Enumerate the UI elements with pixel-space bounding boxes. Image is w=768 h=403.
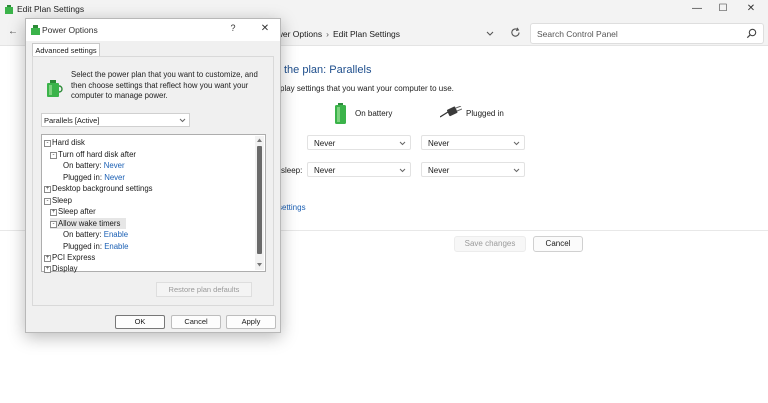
chevron-down-icon	[399, 168, 406, 173]
tree-value-link[interactable]: Never	[104, 161, 125, 170]
tree-label: Display	[52, 264, 78, 273]
tree-label: Sleep	[52, 195, 72, 205]
expand-icon[interactable]: +	[50, 209, 57, 216]
tree-item-turn-off-hard-disk[interactable]: - Turn off hard disk after	[50, 149, 136, 160]
power-options-dialog: Power Options ? ✕ Advanced settings Sele…	[25, 18, 281, 333]
power-plan-icon	[47, 80, 63, 97]
chevron-down-icon	[513, 141, 520, 146]
minimize-button[interactable]: —	[690, 3, 704, 15]
breadcrumb-edit-plan[interactable]: Edit Plan Settings	[333, 29, 400, 39]
display-plugged-select[interactable]: Never	[421, 135, 525, 150]
select-value: Never	[428, 166, 450, 175]
page-subtext: play settings that you want your compute…	[280, 84, 454, 93]
tree-label: Plugged in:	[63, 241, 103, 251]
tree-item-hdd-plugged-in[interactable]: Plugged in: Never	[63, 172, 125, 183]
tree-label: Plugged in:	[63, 172, 103, 182]
dialog-titlebar: Power Options ? ✕	[26, 19, 280, 41]
power-plan-icon	[31, 25, 40, 35]
tree-label: Desktop background settings	[52, 184, 153, 193]
tree-value-link[interactable]: Never	[104, 173, 125, 182]
tree-item-pci-express[interactable]: + PCI Express	[44, 252, 95, 263]
tree-label: Hard disk	[52, 138, 85, 147]
select-value: Never	[314, 166, 336, 175]
window-titlebar: Edit Plan Settings — ☐ ✕	[0, 0, 768, 20]
page-heading: the plan: Parallels	[284, 64, 372, 76]
tree-item-sleep-after[interactable]: + Sleep after	[50, 206, 96, 217]
apply-button[interactable]: Apply	[226, 315, 276, 329]
tree-label: Sleep after	[58, 207, 96, 216]
search-icon[interactable]	[745, 27, 758, 40]
row-label-sleep: sleep:	[281, 166, 303, 175]
chevron-down-icon[interactable]	[484, 27, 496, 39]
tree-item-sleep[interactable]: - Sleep	[44, 195, 72, 206]
cancel-button[interactable]: Cancel	[533, 236, 583, 252]
chevron-down-icon	[513, 168, 520, 173]
help-button[interactable]: ?	[227, 23, 239, 33]
dialog-title: Power Options	[42, 25, 98, 35]
tree-item-wake-on-battery[interactable]: On battery: Enable	[63, 229, 128, 240]
collapse-icon[interactable]: -	[50, 151, 57, 159]
battery-icon	[335, 103, 346, 124]
plug-icon	[440, 106, 462, 118]
select-value: Never	[314, 139, 336, 148]
collapse-icon[interactable]: -	[44, 197, 51, 205]
tree-value-link[interactable]: Enable	[104, 242, 128, 251]
tree-item-wake-plugged-in[interactable]: Plugged in: Enable	[63, 241, 128, 252]
sleep-battery-select[interactable]: Never	[307, 162, 411, 177]
settings-tree[interactable]: - Hard disk - Turn off hard disk after On …	[41, 134, 266, 274]
display-battery-select[interactable]: Never	[307, 135, 411, 150]
collapse-icon[interactable]: -	[50, 220, 57, 228]
column-on-battery: On battery	[355, 109, 393, 118]
scroll-down-icon[interactable]	[256, 262, 263, 268]
search-placeholder: Search Control Panel	[537, 29, 618, 39]
window-title: Edit Plan Settings	[17, 4, 85, 14]
tab-advanced-settings[interactable]: Advanced settings	[32, 43, 100, 57]
plan-select-value: Parallels [Active]	[44, 116, 100, 125]
tree-item-allow-wake-timers[interactable]: - Allow wake timers	[50, 217, 127, 229]
change-advanced-settings-link[interactable]: settings	[278, 203, 306, 212]
chevron-down-icon	[179, 118, 186, 123]
expand-icon[interactable]: +	[44, 186, 51, 193]
column-plugged-in: Plugged in	[466, 109, 504, 118]
tree-item-display[interactable]: + Display	[44, 263, 78, 274]
back-arrow-icon[interactable]: ←	[8, 26, 18, 37]
tree-item-hdd-on-battery[interactable]: On battery: Never	[63, 160, 125, 171]
tree-label: Allow wake timers	[58, 218, 121, 228]
tree-scrollbar[interactable]	[255, 136, 264, 270]
plan-select[interactable]: Parallels [Active]	[41, 113, 190, 127]
ok-button[interactable]: OK	[115, 315, 165, 329]
select-value: Never	[428, 139, 450, 148]
expand-icon[interactable]: +	[44, 255, 51, 262]
tree-label: Turn off hard disk after	[58, 149, 137, 159]
save-changes-button[interactable]: Save changes	[454, 236, 526, 252]
breadcrumb: ower Options › Edit Plan Settings	[272, 29, 401, 39]
chevron-down-icon	[399, 141, 406, 146]
power-plan-icon	[5, 5, 13, 14]
scrollbar-thumb[interactable]	[257, 146, 262, 254]
tree-label: PCI Express	[52, 253, 96, 262]
tree-value-link[interactable]: Enable	[104, 230, 128, 239]
tree-item-hard-disk[interactable]: - Hard disk	[44, 137, 85, 148]
restore-plan-defaults-button[interactable]: Restore plan defaults	[156, 282, 252, 297]
collapse-icon[interactable]: -	[44, 140, 51, 147]
close-window-button[interactable]: ✕	[744, 3, 758, 15]
tree-label: On battery:	[63, 161, 102, 170]
tree-label: On battery:	[63, 230, 102, 239]
sleep-plugged-select[interactable]: Never	[421, 162, 525, 177]
dialog-description: Select the power plan that you want to c…	[71, 70, 258, 100]
tree-item-desktop-background[interactable]: + Desktop background settings	[44, 183, 153, 194]
scroll-up-icon[interactable]	[256, 137, 263, 143]
dialog-close-button[interactable]: ✕	[259, 23, 271, 34]
dialog-cancel-button[interactable]: Cancel	[171, 315, 221, 329]
refresh-icon[interactable]	[509, 26, 522, 39]
maximize-button[interactable]: ☐	[716, 3, 730, 15]
search-input[interactable]: Search Control Panel	[530, 23, 764, 44]
expand-icon[interactable]: +	[44, 266, 51, 273]
